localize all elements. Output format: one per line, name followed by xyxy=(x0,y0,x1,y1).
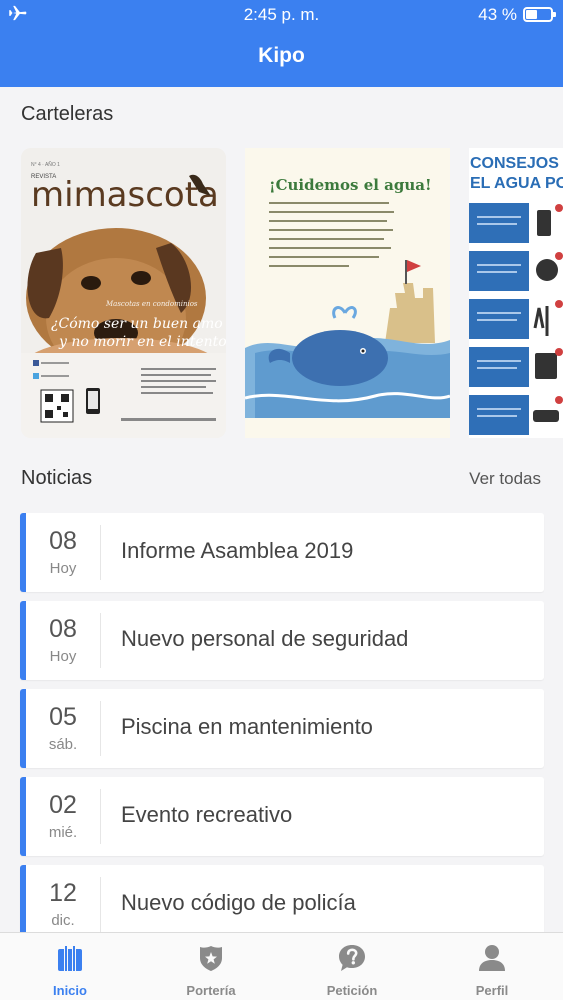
news-day: 12 xyxy=(49,879,77,907)
water-tips-poster-image: CONSEJOS PA EL AGUA POT xyxy=(469,148,563,438)
tab-inicio[interactable]: Inicio xyxy=(0,933,140,1000)
news-date: 05 sáb. xyxy=(26,689,100,768)
news-day: 08 xyxy=(49,527,77,555)
page-title: Kipo xyxy=(258,44,305,67)
billboard-poster-water[interactable]: ¡Cuidemos el agua! xyxy=(245,148,450,438)
magazine-headline-2: y no morir en el intento? xyxy=(58,334,226,350)
magazine-headline-1: ¿Cómo ser un buen amo xyxy=(51,316,223,332)
question-bubble-icon xyxy=(339,945,365,971)
magazine-brand: mimascota xyxy=(31,175,219,215)
news-day-label: Hoy xyxy=(49,560,77,577)
magazine-cover-image: N° 4 · AÑO 1 REVISTA mimascota Mascotas … xyxy=(21,148,226,438)
water-tips-title-2: EL AGUA POT xyxy=(470,175,563,192)
news-divider xyxy=(100,525,101,580)
tab-porteria[interactable]: Portería xyxy=(141,933,281,1000)
news-item[interactable]: 02 mié. Evento recreativo xyxy=(20,777,544,856)
news-day-label: mié. xyxy=(48,824,78,841)
news-divider xyxy=(100,701,101,756)
billboards-title: Carteleras xyxy=(21,103,114,125)
news-headline: Informe Asamblea 2019 xyxy=(121,538,354,563)
news-day: 05 xyxy=(49,703,77,731)
news-date: 08 Hoy xyxy=(26,601,100,680)
news-day-label: Hoy xyxy=(49,648,77,665)
news-day-label: dic. xyxy=(51,912,75,929)
water-tips-title-1: CONSEJOS PA xyxy=(470,155,563,172)
news-day: 08 xyxy=(49,615,77,643)
tab-label: Portería xyxy=(186,983,236,998)
news-headline: Evento recreativo xyxy=(121,802,293,827)
news-date: 02 mié. xyxy=(26,777,100,856)
news-divider xyxy=(100,877,101,932)
news-item[interactable]: 08 Hoy Informe Asamblea 2019 xyxy=(20,513,544,592)
news-day-label: sáb. xyxy=(48,736,78,753)
battery-icon xyxy=(523,7,556,22)
tab-label: Petición xyxy=(326,983,378,998)
building-icon xyxy=(58,946,82,971)
news-headline: Piscina en mantenimiento xyxy=(121,714,373,739)
tab-label: Inicio xyxy=(53,983,87,998)
tab-perfil[interactable]: Perfil xyxy=(422,933,562,1000)
bottom-tab-bar: Inicio Portería Petición Perfil xyxy=(0,932,563,1000)
water-poster-image: ¡Cuidemos el agua! xyxy=(245,148,450,438)
billboard-poster-water-tips[interactable]: CONSEJOS PA EL AGUA POT xyxy=(469,148,563,438)
status-bar: 2:45 p. m. 43 % xyxy=(0,0,563,30)
battery-percentage: 43 % xyxy=(478,5,517,24)
tab-peticion[interactable]: Petición xyxy=(282,933,422,1000)
news-item[interactable]: 08 Hoy Nuevo personal de seguridad xyxy=(20,601,544,680)
app-header: 2:45 p. m. 43 % Kipo xyxy=(0,0,563,87)
magazine-kicker: Mascotas en condominios xyxy=(105,300,198,308)
svg-text:N° 4 · AÑO 1: N° 4 · AÑO 1 xyxy=(31,161,60,168)
news-title: Noticias xyxy=(21,467,93,489)
news-date: 08 Hoy xyxy=(26,513,100,592)
news-day: 02 xyxy=(49,791,77,819)
news-headline: Nuevo código de policía xyxy=(121,890,356,915)
tab-label: Perfil xyxy=(475,983,509,998)
badge-icon xyxy=(200,946,222,971)
water-poster-title: ¡Cuidemos el agua! xyxy=(269,176,432,194)
news-divider xyxy=(100,613,101,668)
news-item[interactable]: 05 sáb. Piscina en mantenimiento xyxy=(20,689,544,768)
billboard-poster-pet-magazine[interactable]: N° 4 · AÑO 1 REVISTA mimascota Mascotas … xyxy=(21,148,226,438)
news-divider xyxy=(100,789,101,844)
view-all-news-link[interactable]: Ver todas xyxy=(469,469,541,489)
news-headline: Nuevo personal de seguridad xyxy=(121,626,409,651)
person-icon xyxy=(479,945,505,971)
